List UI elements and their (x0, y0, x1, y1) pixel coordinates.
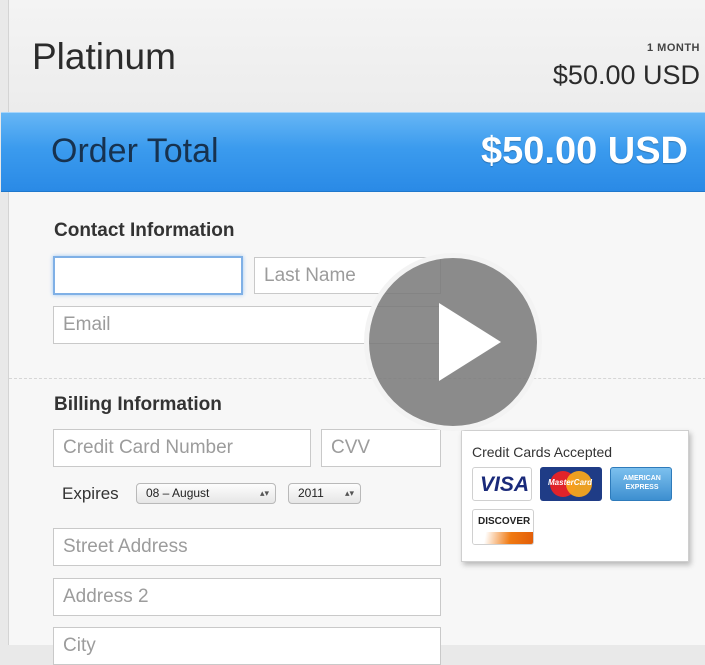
discover-icon: DISCOVER (472, 509, 534, 545)
plan-price: $50.00 USD (552, 60, 700, 90)
visa-label: VISA (480, 473, 530, 496)
city-field[interactable] (53, 627, 441, 665)
play-icon (439, 303, 501, 381)
video-play-button[interactable] (364, 253, 542, 431)
plan-name: Platinum (32, 36, 176, 77)
mastercard-label: MasterCard (548, 478, 593, 487)
credit-card-number-field[interactable] (53, 429, 311, 467)
cards-accepted-panel: Credit Cards Accepted VISA MasterCard AM… (461, 430, 689, 562)
select-arrows-icon: ▴▾ (259, 488, 269, 498)
discover-label: DISCOVER (478, 516, 531, 527)
expiry-year-select[interactable]: 2011 ▴▾ (288, 483, 361, 504)
billing-section-title: Billing Information (54, 394, 222, 415)
visa-icon: VISA (472, 467, 532, 501)
expiry-month-value: 08 – August (146, 486, 210, 500)
order-total-value: $50.00 USD (480, 130, 688, 172)
section-divider (9, 378, 705, 379)
amex-label: AMERICAN EXPRESS (623, 475, 661, 491)
amex-icon: AMERICAN EXPRESS (610, 467, 672, 501)
contact-section-title: Contact Information (54, 220, 235, 241)
plan-period: 1 MONTH (647, 42, 700, 54)
expires-label: Expires (62, 484, 119, 503)
checkout-page: Platinum 1 MONTH $50.00 USD Order Total … (1, 0, 705, 665)
cvv-field[interactable] (321, 429, 441, 467)
order-total-label: Order Total (51, 132, 219, 170)
mastercard-icon: MasterCard (540, 467, 602, 501)
expiry-year-value: 2011 (298, 486, 324, 500)
select-arrows-icon: ▴▾ (344, 488, 354, 498)
street-address-field[interactable] (53, 528, 441, 566)
expiry-month-select[interactable]: 08 – August ▴▾ (136, 483, 276, 504)
first-name-field[interactable] (53, 256, 243, 295)
plan-summary: Platinum 1 MONTH $50.00 USD (9, 0, 705, 113)
order-total-bar: Order Total $50.00 USD (1, 112, 705, 192)
address-2-field[interactable] (53, 578, 441, 616)
cards-accepted-title: Credit Cards Accepted (472, 444, 613, 460)
